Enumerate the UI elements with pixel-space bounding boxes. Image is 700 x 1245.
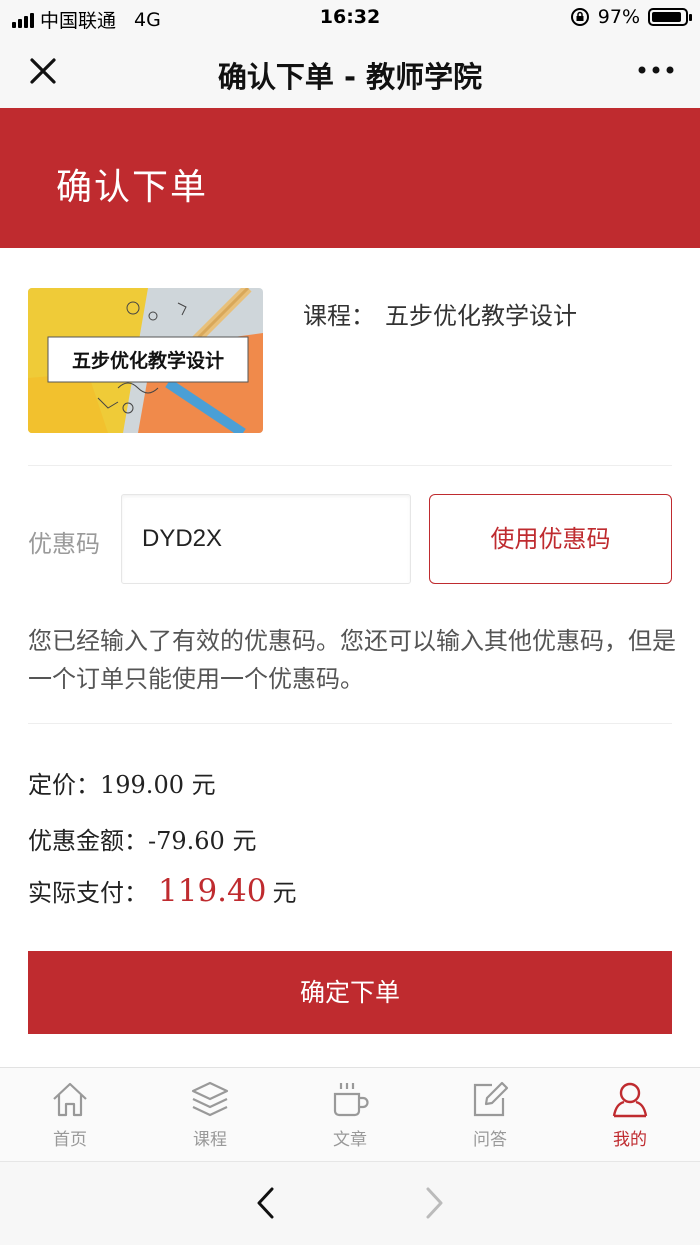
pay-value: 119.40 xyxy=(158,873,267,909)
edit-icon xyxy=(473,1081,509,1117)
pay-row: 实际支付： 119.40 元 xyxy=(28,873,296,909)
layers-icon xyxy=(191,1081,229,1117)
browser-toolbar xyxy=(0,1161,700,1245)
pay-label: 实际支付： xyxy=(28,879,148,907)
battery-icon xyxy=(648,8,692,26)
tab-qa[interactable]: 问答 xyxy=(420,1068,560,1162)
battery-percent: 97% xyxy=(597,6,640,28)
rotation-lock-icon xyxy=(570,8,589,26)
tab-bar: 首页 课程 文章 问答 我的 xyxy=(0,1067,700,1162)
list-price-value: 199.00 xyxy=(100,771,184,799)
divider xyxy=(28,723,672,724)
header-banner: 确认下单 xyxy=(0,108,700,248)
course-thumbnail[interactable]: 五步优化教学设计 xyxy=(28,288,263,433)
divider xyxy=(28,465,672,466)
chevron-left-icon[interactable] xyxy=(254,1186,278,1220)
nav-bar: 确认下单 - 教师学院 xyxy=(0,36,700,109)
tab-home[interactable]: 首页 xyxy=(0,1068,140,1162)
chevron-right-icon[interactable] xyxy=(422,1186,446,1220)
home-icon xyxy=(53,1082,87,1117)
submit-order-button[interactable]: 确定下单 xyxy=(28,951,672,1034)
discount-row: 优惠金额：-79.60 元 xyxy=(28,821,256,856)
discount-value: -79.60 xyxy=(148,827,225,855)
course-title[interactable]: 五步优化教学设计 xyxy=(385,296,577,331)
more-icon[interactable] xyxy=(636,60,676,80)
list-price-unit: 元 xyxy=(191,771,216,799)
page-title: 确认下单 - 教师学院 xyxy=(217,60,483,94)
coupon-notice: 您已经输入了有效的优惠码。您还可以输入其他优惠码，但是一个订单只能使用一个优惠码… xyxy=(28,627,676,693)
list-price-row: 定价：199.00 元 xyxy=(28,765,216,800)
thumbnail-title: 五步优化教学设计 xyxy=(72,349,224,372)
coupon-label: 优惠码 xyxy=(28,530,100,558)
course-label: 课程： xyxy=(303,302,375,330)
discount-unit: 元 xyxy=(232,827,257,855)
apply-coupon-button[interactable]: 使用优惠码 xyxy=(429,494,672,584)
tab-courses[interactable]: 课程 xyxy=(140,1068,280,1162)
tab-mine[interactable]: 我的 xyxy=(560,1068,700,1162)
tab-label: 文章 xyxy=(333,1130,367,1150)
header-title: 确认下单 xyxy=(56,167,209,208)
tab-articles[interactable]: 文章 xyxy=(280,1068,420,1162)
course-cover-image: 五步优化教学设计 xyxy=(28,288,263,433)
discount-label: 优惠金额： xyxy=(28,827,148,855)
status-bar: 中国联通 4G 16:32 97% xyxy=(0,0,700,36)
tab-label: 课程 xyxy=(193,1130,227,1150)
status-right: 97% xyxy=(570,6,692,28)
tab-label: 我的 xyxy=(613,1130,647,1150)
user-icon xyxy=(612,1082,648,1118)
coffee-icon xyxy=(333,1083,369,1117)
tab-label: 首页 xyxy=(53,1130,87,1150)
coupon-input[interactable] xyxy=(121,494,411,584)
tab-label: 问答 xyxy=(473,1130,507,1150)
list-price-label: 定价： xyxy=(28,771,100,799)
pay-unit: 元 xyxy=(272,879,297,907)
